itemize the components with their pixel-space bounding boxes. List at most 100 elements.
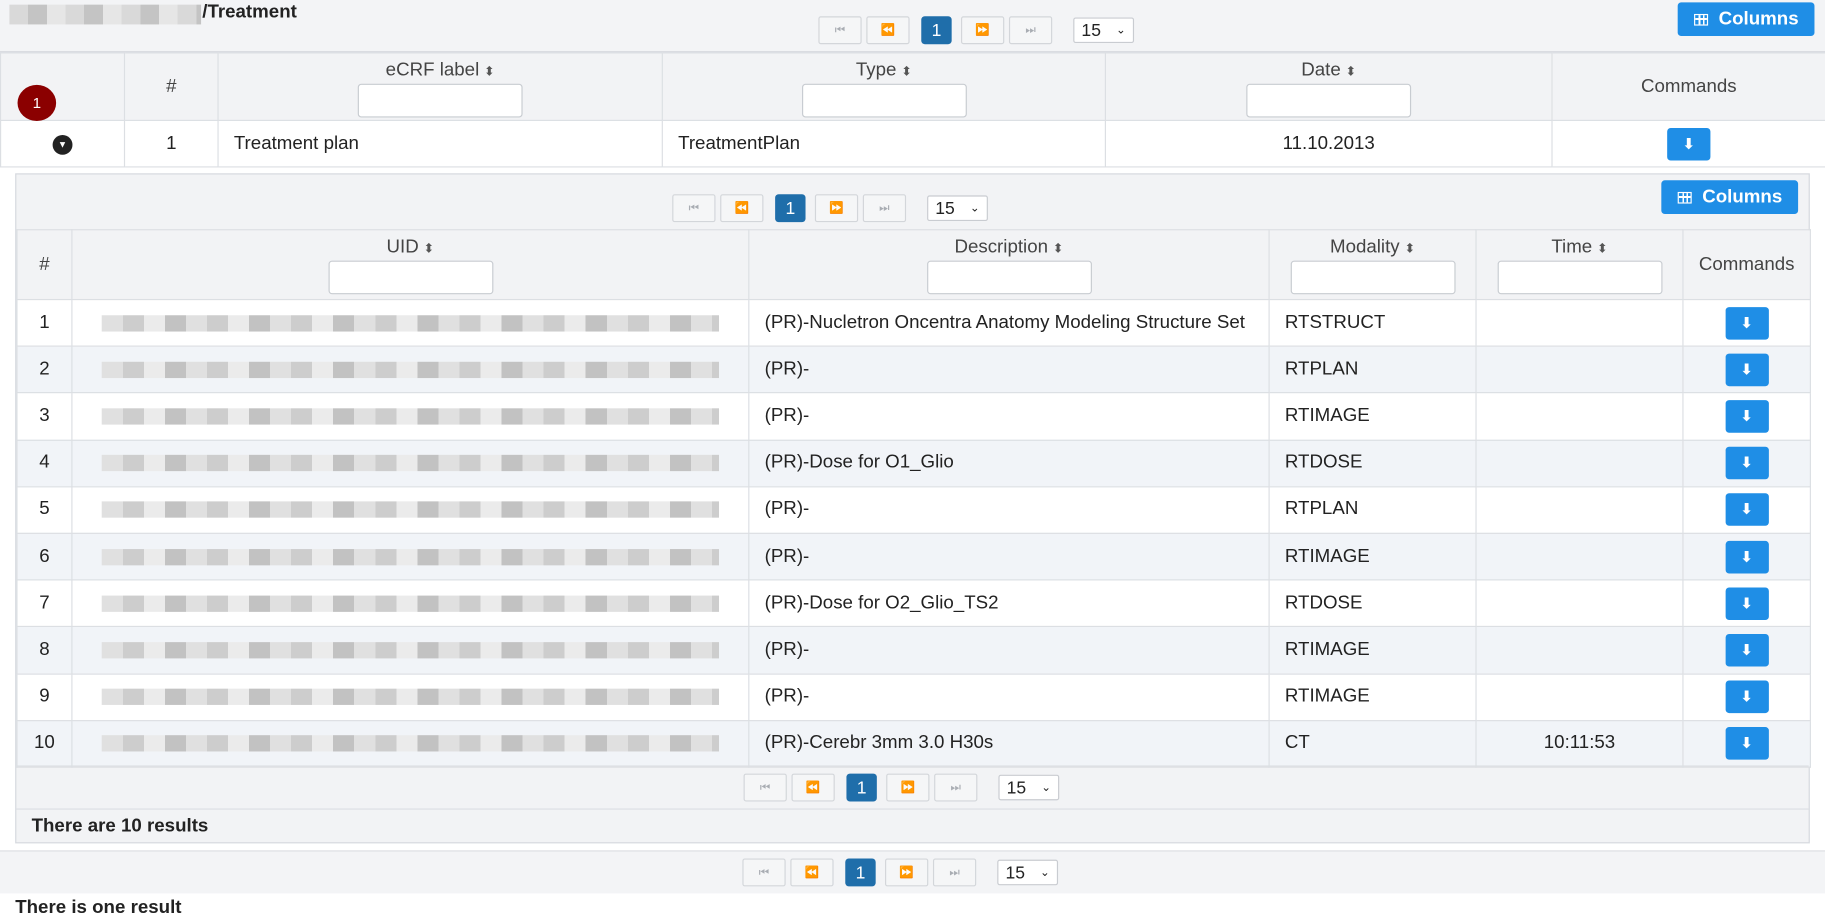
commands-cell: ⬇ (1682, 532, 1811, 581)
prev-page-button[interactable]: ⏪ (790, 858, 834, 887)
download-icon[interactable]: ⬇ (1725, 400, 1769, 433)
first-page-button[interactable]: ⏮ (742, 858, 786, 887)
subtable-bottom-pager-bar: ⏮ ⏪ 1 ⏩ ⏭ 15 ⌄ (16, 765, 1809, 808)
date-filter-input[interactable] (1246, 83, 1412, 118)
first-page-button[interactable]: ⏮ (818, 16, 862, 45)
time-filter-input[interactable] (1497, 260, 1662, 295)
next-page-button[interactable]: ⏩ (961, 16, 1005, 45)
date-cell: 11.10.2013 (1104, 119, 1553, 168)
page-size-select[interactable]: 15 ⌄ (998, 774, 1060, 801)
ecrf-label-header-text[interactable]: eCRF label (386, 60, 480, 80)
first-page-button[interactable]: ⏮ (743, 773, 787, 802)
current-page-button[interactable]: 1 (921, 16, 952, 45)
modality-cell: RTDOSE (1268, 439, 1477, 488)
sort-icon[interactable]: ⬍ (423, 242, 434, 256)
chevron-down-icon[interactable]: ▼ (52, 134, 73, 155)
download-icon[interactable]: ⬇ (1725, 540, 1769, 573)
first-page-button[interactable]: ⏮ (672, 194, 716, 223)
uid-header-text[interactable]: UID (387, 237, 419, 257)
inner-table: # UID ⬍ Description ⬍ Modality ⬍ Time ⬍ (16, 229, 1811, 768)
commands-cell: ⬇ (1682, 626, 1811, 675)
time-cell (1475, 345, 1684, 394)
uid-cell (71, 719, 750, 768)
current-page-button[interactable]: 1 (775, 194, 806, 223)
download-icon[interactable]: ⬇ (1725, 680, 1769, 714)
table-row: 7 (PR)-Dose for O2_Glio_TS2 RTDOSE ⬇ (16, 579, 1811, 628)
download-icon[interactable]: ⬇ (1725, 353, 1769, 386)
modality-cell: RTIMAGE (1268, 532, 1477, 581)
sort-icon[interactable]: ⬍ (901, 65, 912, 79)
sort-icon[interactable]: ⬍ (1345, 65, 1356, 79)
num-cell: 8 (16, 626, 73, 675)
redacted-uid (101, 408, 720, 425)
commands-cell: ⬇ (1682, 485, 1811, 534)
num-cell: 3 (16, 392, 73, 441)
num-cell: 9 (16, 672, 73, 721)
current-page-button[interactable]: 1 (845, 858, 876, 887)
download-icon[interactable]: ⬇ (1725, 727, 1769, 760)
date-header-text[interactable]: Date (1301, 60, 1341, 80)
download-icon[interactable]: ⬇ (1725, 446, 1769, 480)
redacted-uid (101, 361, 720, 378)
num-cell: 6 (16, 532, 73, 581)
sort-icon[interactable]: ⬍ (484, 65, 495, 79)
time-cell (1475, 672, 1684, 721)
description-cell: (PR)-Dose for O1_Glio (748, 439, 1270, 488)
uid-cell (71, 579, 750, 628)
table-row: 4 (PR)-Dose for O1_Glio RTDOSE ⬇ (16, 439, 1811, 488)
columns-button[interactable]: Columns (1661, 180, 1799, 215)
next-page-button[interactable]: ⏩ (885, 858, 929, 887)
last-page-button[interactable]: ⏭ (934, 773, 978, 802)
uid-cell (71, 392, 750, 441)
num-cell: 10 (16, 719, 73, 768)
modality-header-text[interactable]: Modality (1330, 237, 1400, 257)
last-page-button[interactable]: ⏭ (1008, 16, 1053, 45)
columns-button[interactable]: Columns (1677, 2, 1816, 37)
last-page-button[interactable]: ⏭ (862, 194, 907, 223)
num-cell: 5 (16, 485, 73, 534)
sort-icon[interactable]: ⬍ (1404, 242, 1415, 256)
description-header-text[interactable]: Description (954, 237, 1048, 257)
time-cell (1475, 532, 1684, 581)
page-size-select[interactable]: 15 ⌄ (1073, 17, 1135, 44)
num-cell: 4 (16, 439, 73, 488)
commands-cell: ⬇ (1682, 719, 1811, 768)
sort-icon[interactable]: ⬍ (1597, 242, 1608, 256)
next-page-button[interactable]: ⏩ (814, 194, 859, 223)
download-icon[interactable]: ⬇ (1725, 306, 1769, 340)
bottom-pager-bar: ⏮ ⏪ 1 ⏩ ⏭ 15 ⌄ (0, 850, 1825, 894)
date-header: Date ⬍ (1104, 52, 1553, 121)
chevron-down-icon: ⌄ (1040, 866, 1050, 879)
sort-icon[interactable]: ⬍ (1053, 242, 1064, 256)
download-icon[interactable]: ⬇ (1667, 127, 1711, 160)
current-page-button[interactable]: 1 (846, 773, 877, 802)
uid-filter-input[interactable] (327, 260, 493, 295)
description-filter-input[interactable] (926, 260, 1092, 295)
download-icon[interactable]: ⬇ (1725, 633, 1769, 667)
description-cell: (PR)- (748, 345, 1270, 394)
type-filter-input[interactable] (801, 83, 967, 118)
description-cell: (PR)- (748, 626, 1270, 675)
description-cell: (PR)- (748, 532, 1270, 581)
next-page-button[interactable]: ⏩ (886, 773, 930, 802)
modality-cell: RTIMAGE (1268, 672, 1477, 721)
ecrf-label-filter-input[interactable] (357, 83, 523, 118)
time-cell (1475, 626, 1684, 675)
page-title: /Treatment (202, 2, 297, 23)
table-row: 5 (PR)- RTPLAN ⬇ (16, 485, 1811, 534)
prev-page-button[interactable]: ⏪ (720, 194, 764, 223)
last-page-button[interactable]: ⏭ (932, 858, 977, 887)
modality-filter-input[interactable] (1290, 260, 1455, 295)
prev-page-button[interactable]: ⏪ (791, 773, 835, 802)
page-size-select[interactable]: 15 ⌄ (927, 195, 988, 222)
num-header: # (123, 52, 219, 121)
prev-page-button[interactable]: ⏪ (866, 16, 910, 45)
type-header-text[interactable]: Type (856, 60, 897, 80)
download-icon[interactable]: ⬇ (1725, 587, 1769, 620)
time-header-text[interactable]: Time (1551, 237, 1592, 257)
time-header: Time ⬍ (1475, 229, 1684, 301)
description-cell: (PR)- (748, 672, 1270, 721)
page-size-select[interactable]: 15 ⌄ (997, 859, 1059, 886)
time-cell (1475, 485, 1684, 534)
download-icon[interactable]: ⬇ (1725, 493, 1769, 527)
